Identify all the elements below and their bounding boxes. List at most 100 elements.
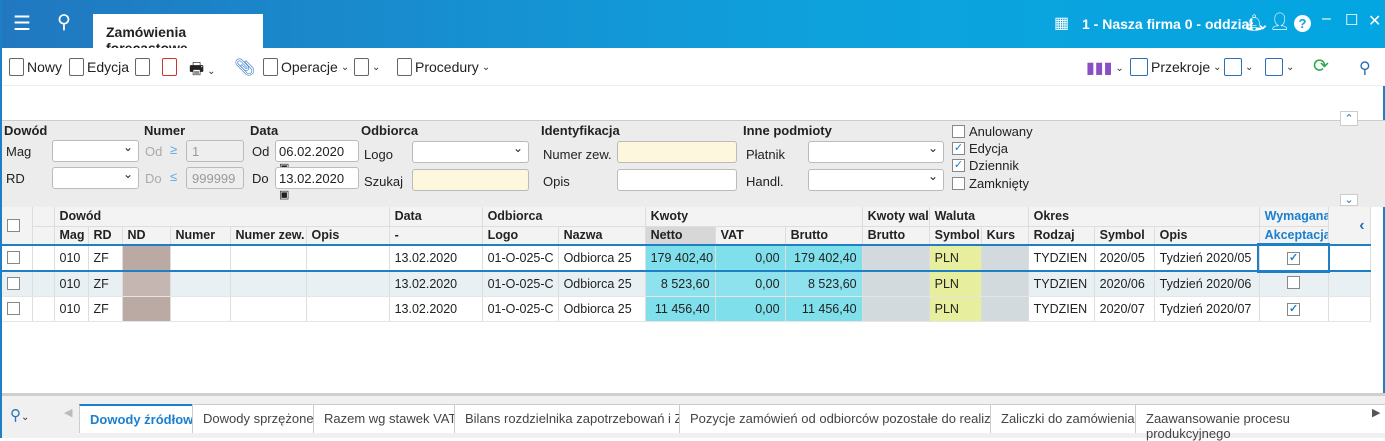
col-rodzaj[interactable]: Rodzaj	[1028, 226, 1095, 246]
dziennik-checkbox[interactable]: ✓	[952, 159, 965, 172]
minimize-button[interactable]: –	[1322, 10, 1331, 28]
table-row[interactable]: 010 ZF 13.02.2020 01-O-025-C Odbiorca 25 179 …	[2, 243, 1371, 273]
numer-do-input[interactable]: 999999	[186, 167, 244, 189]
opis-input[interactable]	[617, 169, 737, 191]
new-button[interactable]: Nowy	[9, 58, 62, 76]
cell-kurs	[981, 270, 1029, 297]
col-numer-zew[interactable]: Numer zew.	[230, 226, 307, 246]
table-row[interactable]: 010 ZF 13.02.2020 01-O-025-C Odbiorca 25 8 52…	[2, 270, 1371, 297]
szukaj-input[interactable]	[412, 169, 529, 191]
tabs-scroll-right[interactable]: ▶	[1372, 406, 1380, 419]
help-icon[interactable]: ?	[1294, 15, 1311, 32]
views-button[interactable]: Przekroje ⌄	[1130, 58, 1222, 76]
bell-icon[interactable]: 🔔︎	[1244, 13, 1264, 33]
row-checkbox[interactable]	[2, 270, 33, 297]
akceptacja-checkbox[interactable]: ✓	[1287, 252, 1301, 266]
bottom-tab[interactable]: Zaawansowanie procesu produkcyjnego	[1135, 404, 1385, 441]
print-button[interactable]: 🖶 ⌄	[189, 58, 216, 85]
operations-button[interactable]: Operacje ⌄	[263, 58, 349, 76]
col-okres-symbol[interactable]: Symbol	[1094, 226, 1155, 246]
handl-select[interactable]	[808, 169, 944, 191]
col-logo[interactable]: Logo	[482, 226, 559, 246]
logo-select[interactable]	[412, 141, 529, 163]
edit-button[interactable]: Edycja	[69, 58, 129, 76]
cell-akceptacja[interactable]	[1259, 270, 1329, 297]
numer-od-input[interactable]: 1	[186, 140, 244, 162]
row-checkbox[interactable]	[2, 296, 33, 322]
akceptacja-checkbox[interactable]	[1287, 275, 1301, 289]
row-select-checkbox[interactable]	[7, 277, 20, 290]
cell-rd: ZF	[88, 296, 123, 322]
col-nazwa[interactable]: Nazwa	[558, 226, 646, 246]
row-select-checkbox[interactable]	[7, 302, 20, 316]
col-opis[interactable]: Opis	[306, 226, 390, 246]
maximize-button[interactable]: ☐	[1345, 11, 1358, 29]
procedures-button[interactable]: Procedury ⌄	[397, 58, 490, 76]
search-filter-button[interactable]: ⚲	[1359, 58, 1371, 78]
edycja-checkbox[interactable]: ✓	[952, 142, 965, 155]
header-column-row[interactable]: Mag RD ND Numer Numer zew. Opis - Logo N…	[2, 226, 1370, 246]
edit-label: Edycja	[87, 59, 130, 75]
search-icon[interactable]: ⚲	[57, 11, 71, 34]
table-row[interactable]: 010 ZF 13.02.2020 01-O-025-C Odbiorca 25 11 4…	[2, 296, 1371, 322]
settings-button[interactable]: ⌄	[1265, 58, 1294, 76]
refresh-button[interactable]: ⟳	[1313, 55, 1329, 78]
col-rd[interactable]: RD	[88, 226, 123, 246]
anulowany-checkbox[interactable]	[952, 125, 965, 138]
cell-data: 13.02.2020	[389, 270, 483, 297]
platnik-select[interactable]	[808, 141, 944, 163]
data-od-input[interactable]: 06.02.2020 ▣	[275, 140, 359, 174]
attachment-button[interactable]: 📎︎	[234, 58, 256, 78]
col-data[interactable]: -	[389, 226, 483, 246]
collapse-up-button[interactable]: ⌃	[1340, 111, 1358, 126]
data-do-input[interactable]: 13.02.2020 ▣	[275, 167, 359, 201]
cell-akceptacja[interactable]: ✓	[1259, 296, 1329, 322]
col-nd[interactable]: ND	[122, 226, 171, 246]
col-akceptacja[interactable]: Akceptacja	[1259, 226, 1329, 246]
col-netto[interactable]: Netto	[645, 226, 716, 246]
bottom-tab[interactable]: Bilans rozdzielnika zapotrzebowań i ZD	[454, 404, 703, 433]
numer-zew-input[interactable]	[617, 141, 737, 163]
panel-expand-icon[interactable]: ‹	[1328, 207, 1371, 246]
expand-down-button[interactable]: ⌄	[1340, 194, 1358, 206]
delete-button[interactable]	[162, 58, 177, 76]
mag-select[interactable]	[52, 140, 139, 162]
col-brutto[interactable]: Brutto	[785, 226, 863, 246]
rd-select[interactable]	[52, 167, 139, 189]
akceptacja-checkbox[interactable]: ✓	[1287, 303, 1301, 317]
col-numer[interactable]: Numer	[170, 226, 231, 246]
layout-button[interactable]: ⌄	[1224, 58, 1253, 76]
col-mag[interactable]: Mag	[54, 226, 89, 246]
cell-extra	[1328, 296, 1371, 322]
cell-numer-zew	[230, 270, 307, 297]
calendar-icon[interactable]: ▣	[279, 189, 289, 201]
zamkniety-checkbox[interactable]	[952, 177, 965, 190]
select-all-checkbox[interactable]	[7, 219, 20, 232]
bottom-tab[interactable]: Razem wg stawek VAT	[313, 404, 468, 433]
col-waluta-symbol[interactable]: Symbol	[929, 226, 982, 246]
row-checkbox[interactable]	[2, 244, 33, 272]
tabs-scroll-left[interactable]: ◀	[64, 406, 72, 419]
close-button[interactable]: ✕	[1368, 11, 1381, 31]
apps-grid-icon[interactable]: ▦	[1054, 13, 1069, 33]
search-panel-icon[interactable]: ⚲⌄	[10, 406, 29, 424]
chart-button[interactable]: ▮▮▮ ⌄	[1086, 58, 1124, 78]
col-kurs[interactable]: Kurs	[981, 226, 1029, 246]
new-label: Nowy	[27, 59, 63, 75]
cell-nazwa: Odbiorca 25	[558, 244, 646, 272]
select-all-cell[interactable]	[2, 207, 33, 246]
bottom-tab[interactable]: Dowody sprzężone	[192, 404, 325, 433]
bottom-tab[interactable]: Zaliczki do zamówienia	[990, 404, 1146, 433]
user-icon[interactable]: 👤︎	[1269, 12, 1291, 32]
tab-zamowienia-forecastowe[interactable]: Zamówienia forecastowe	[93, 14, 263, 56]
row-select-checkbox[interactable]	[7, 251, 20, 265]
col-vat[interactable]: VAT	[715, 226, 786, 246]
company-selector[interactable]: 1 - Nasza firma 0 - oddział ⌄	[1082, 16, 1269, 33]
workflow-button[interactable]: ⌄	[354, 58, 380, 76]
cell-akceptacja[interactable]: ✓	[1257, 243, 1331, 273]
menu-icon[interactable]: ☰	[13, 11, 31, 36]
col-okres-opis[interactable]: Opis	[1154, 226, 1260, 246]
bottom-tab[interactable]: Pozycje zamówień od odbiorców pozostałe …	[679, 404, 1022, 433]
col-brutto-wal[interactable]: Brutto	[862, 226, 930, 246]
preview-button[interactable]	[135, 58, 150, 76]
